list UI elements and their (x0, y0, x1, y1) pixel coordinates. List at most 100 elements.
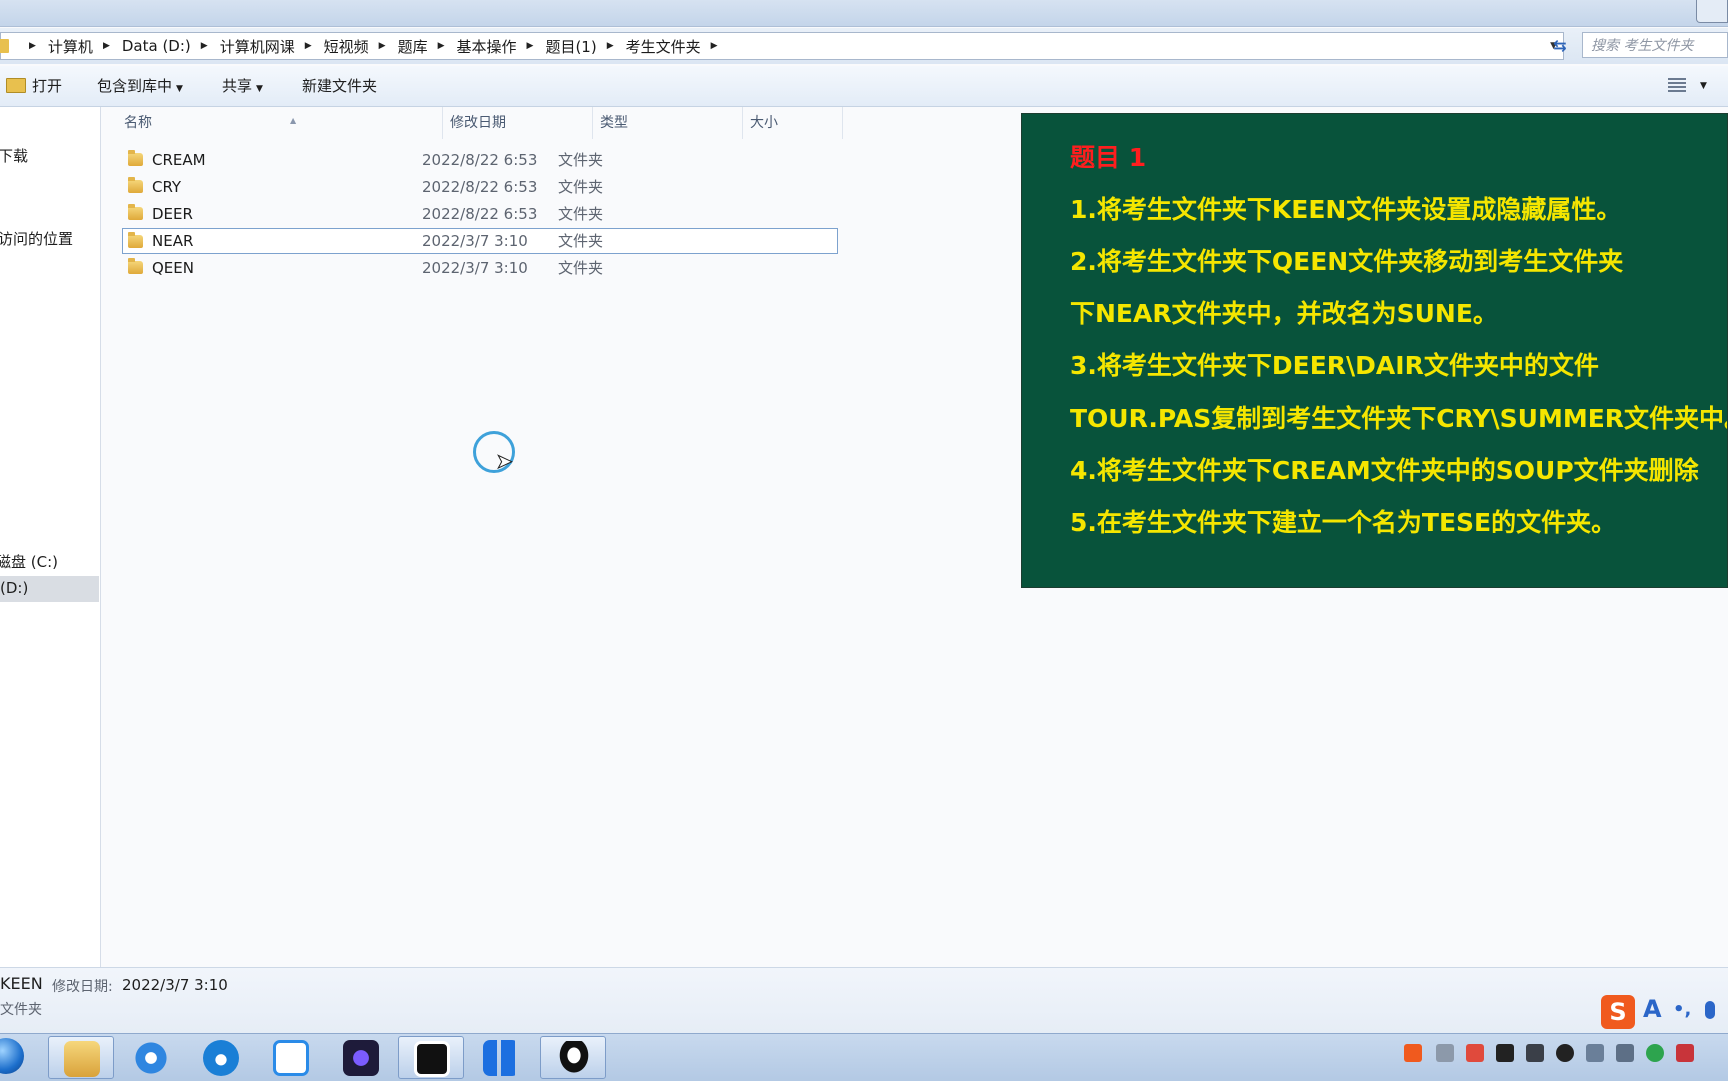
crumb-arrow-icon[interactable]: ▶ (527, 41, 534, 51)
file-type: 文件夹 (558, 178, 604, 196)
crumb-arrow-icon[interactable]: ▶ (103, 41, 110, 51)
crumb-arrow-icon[interactable]: ▶ (438, 41, 445, 51)
wps-icon[interactable] (1466, 1044, 1484, 1062)
green-status-icon[interactable] (1646, 1044, 1664, 1062)
sogou-tray-icon[interactable] (1404, 1044, 1422, 1062)
file-type: 文件夹 (558, 232, 604, 250)
column-header-size[interactable]: 大小 (743, 107, 843, 139)
start-orb-icon[interactable] (0, 1038, 24, 1074)
crumb-arrow-icon[interactable]: ▶ (305, 41, 312, 51)
folder-icon (128, 204, 143, 220)
crumb-computer-course[interactable]: ▶ 计算机网课 (191, 36, 295, 57)
folder-icon (128, 258, 143, 274)
file-type: 文件夹 (558, 151, 604, 169)
file-name: CRY (152, 178, 182, 196)
crumb-question-1[interactable]: ▶ 题目(1) (517, 36, 597, 57)
video-recorder-icon (414, 1041, 450, 1077)
crumb-data-d[interactable]: ▶ Data (D:) (93, 37, 191, 55)
command-bar: 打开 包含到库中 ▼ 共享 ▼ 新建文件夹 ▼ (0, 66, 1728, 107)
view-options-icon[interactable] (1668, 78, 1686, 92)
volume-icon[interactable] (1616, 1044, 1634, 1062)
file-name: QEEN (152, 259, 194, 277)
details-pane: KEEN 修改日期: 2022/3/7 3:10 文件夹 (0, 967, 1728, 1033)
file-modified: 2022/3/7 3:10 (422, 232, 528, 250)
ime-toolbar: S A •, (1601, 993, 1728, 1033)
baidu-netdisk-icon (273, 1040, 309, 1076)
file-row-cry[interactable]: CRY 2022/8/22 6:53 文件夹 (123, 174, 839, 200)
file-modified: 2022/8/22 6:53 (422, 151, 538, 169)
new-folder-button[interactable]: 新建文件夹 (302, 66, 377, 106)
crumb-question-bank[interactable]: ▶ 题库 (369, 36, 428, 57)
folder-icon (128, 232, 143, 248)
file-row-deer[interactable]: DEER 2022/8/22 6:53 文件夹 (123, 201, 839, 227)
question-line: 4.将考生文件夹下CREAM文件夹中的SOUP文件夹删除 (1070, 456, 1699, 485)
open-button[interactable]: 打开 (6, 66, 62, 106)
crumb-arrow-icon[interactable]: ▶ (29, 41, 36, 51)
ime-mode-button[interactable]: A (1643, 995, 1662, 1023)
details-modified-value: 2022/3/7 3:10 (122, 976, 228, 994)
question-line: 下NEAR文件夹中，并改名为SUNE。 (1070, 299, 1498, 328)
nav-item-recent-places[interactable]: 访问的位置 (0, 228, 73, 249)
taskbar-baidu-netdisk[interactable] (258, 1036, 324, 1079)
file-row-qeen[interactable]: QEEN 2022/3/7 3:10 文件夹 (123, 255, 839, 281)
app-swirl-icon (343, 1040, 379, 1076)
column-header-name[interactable]: 名称 ▲ (117, 107, 443, 139)
window-close-button[interactable] (1696, 0, 1728, 23)
crumb-arrow-icon[interactable]: ▶ (607, 41, 614, 51)
edge-browser-icon (203, 1040, 239, 1076)
crumb-arrow-icon[interactable]: ▶ (379, 41, 386, 51)
include-in-library-button[interactable]: 包含到库中 ▼ (97, 66, 183, 106)
taskbar-video-recorder[interactable] (398, 1036, 464, 1079)
question-line: 3.将考生文件夹下DEER\DAIR文件夹中的文件 (1070, 351, 1599, 380)
taskbar-app-swirl[interactable] (328, 1036, 394, 1079)
file-name: DEER (152, 205, 193, 223)
taskbar-edge[interactable] (188, 1036, 254, 1079)
search-input[interactable]: 搜索 考生文件夹 (1582, 32, 1728, 58)
crumb-arrow-icon[interactable]: ▶ (711, 41, 718, 51)
folder-icon (128, 150, 143, 166)
flag-icon[interactable] (1676, 1044, 1694, 1062)
navigation-pane: 下载 访问的位置 磁盘 (C:) (D:) (0, 107, 101, 967)
file-row-cream[interactable]: CREAM 2022/8/22 6:53 文件夹 (123, 147, 839, 173)
qq-tray-icon[interactable] (1556, 1044, 1574, 1062)
camera-icon[interactable] (1496, 1044, 1514, 1062)
crumb-exam-folder[interactable]: ▶ 考生文件夹 ▶ (597, 36, 730, 57)
taskbar-tiles-app[interactable] (468, 1036, 534, 1079)
file-row-near[interactable]: NEAR 2022/3/7 3:10 文件夹 (122, 228, 838, 254)
taskbar-file-explorer[interactable] (48, 1036, 114, 1079)
microphone-icon[interactable] (1705, 1001, 1715, 1019)
crumb-basic-ops[interactable]: ▶ 基本操作 (428, 36, 517, 57)
file-name: CREAM (152, 151, 206, 169)
ie-browser-icon (133, 1040, 169, 1076)
file-modified: 2022/8/22 6:53 (422, 178, 538, 196)
file-modified: 2022/3/7 3:10 (422, 259, 528, 277)
sogou-ime-icon[interactable]: S (1601, 995, 1635, 1029)
column-header-type[interactable]: 类型 (593, 107, 743, 139)
crumb-arrow-icon[interactable]: ▶ (201, 41, 208, 51)
file-type: 文件夹 (558, 259, 604, 277)
file-name: NEAR (152, 232, 194, 250)
nav-item-data-d[interactable]: (D:) (0, 579, 28, 597)
folder-icon (0, 39, 9, 53)
printer-icon[interactable] (1436, 1044, 1454, 1062)
question-line: 2.将考生文件夹下QEEN文件夹移动到考生文件夹 (1070, 247, 1624, 276)
question-title: 题目 1 (1070, 143, 1147, 172)
nav-item-downloads[interactable]: 下载 (0, 145, 28, 166)
taskbar-qq[interactable] (540, 1036, 606, 1079)
crumb-short-video[interactable]: ▶ 短视频 (295, 36, 369, 57)
breadcrumb[interactable]: ▶ 计算机 ▶ Data (D:) ▶ 计算机网课 ▶ 短视频 ▶ 题库 ▶ 基本操作 ▶ 题… (0, 32, 1564, 60)
network-icon[interactable] (1586, 1044, 1604, 1062)
chevron-down-icon[interactable]: ▼ (1700, 66, 1707, 106)
window-titlebar (0, 0, 1728, 27)
share-button[interactable]: 共享 ▼ (222, 66, 263, 106)
column-header-modified[interactable]: 修改日期 (443, 107, 593, 139)
open-folder-icon (6, 78, 26, 93)
pen-icon[interactable] (1526, 1044, 1544, 1062)
ime-punctuation-button[interactable]: •, (1673, 999, 1691, 1020)
refresh-icon[interactable]: ⇆ (1548, 36, 1572, 56)
taskbar-ie[interactable] (118, 1036, 184, 1079)
tiles-app-icon (483, 1040, 519, 1076)
crumb-computer[interactable]: ▶ 计算机 (19, 36, 93, 57)
nav-item-local-disk-c[interactable]: 磁盘 (C:) (0, 551, 58, 572)
details-item-type: 文件夹 (0, 1002, 42, 1018)
